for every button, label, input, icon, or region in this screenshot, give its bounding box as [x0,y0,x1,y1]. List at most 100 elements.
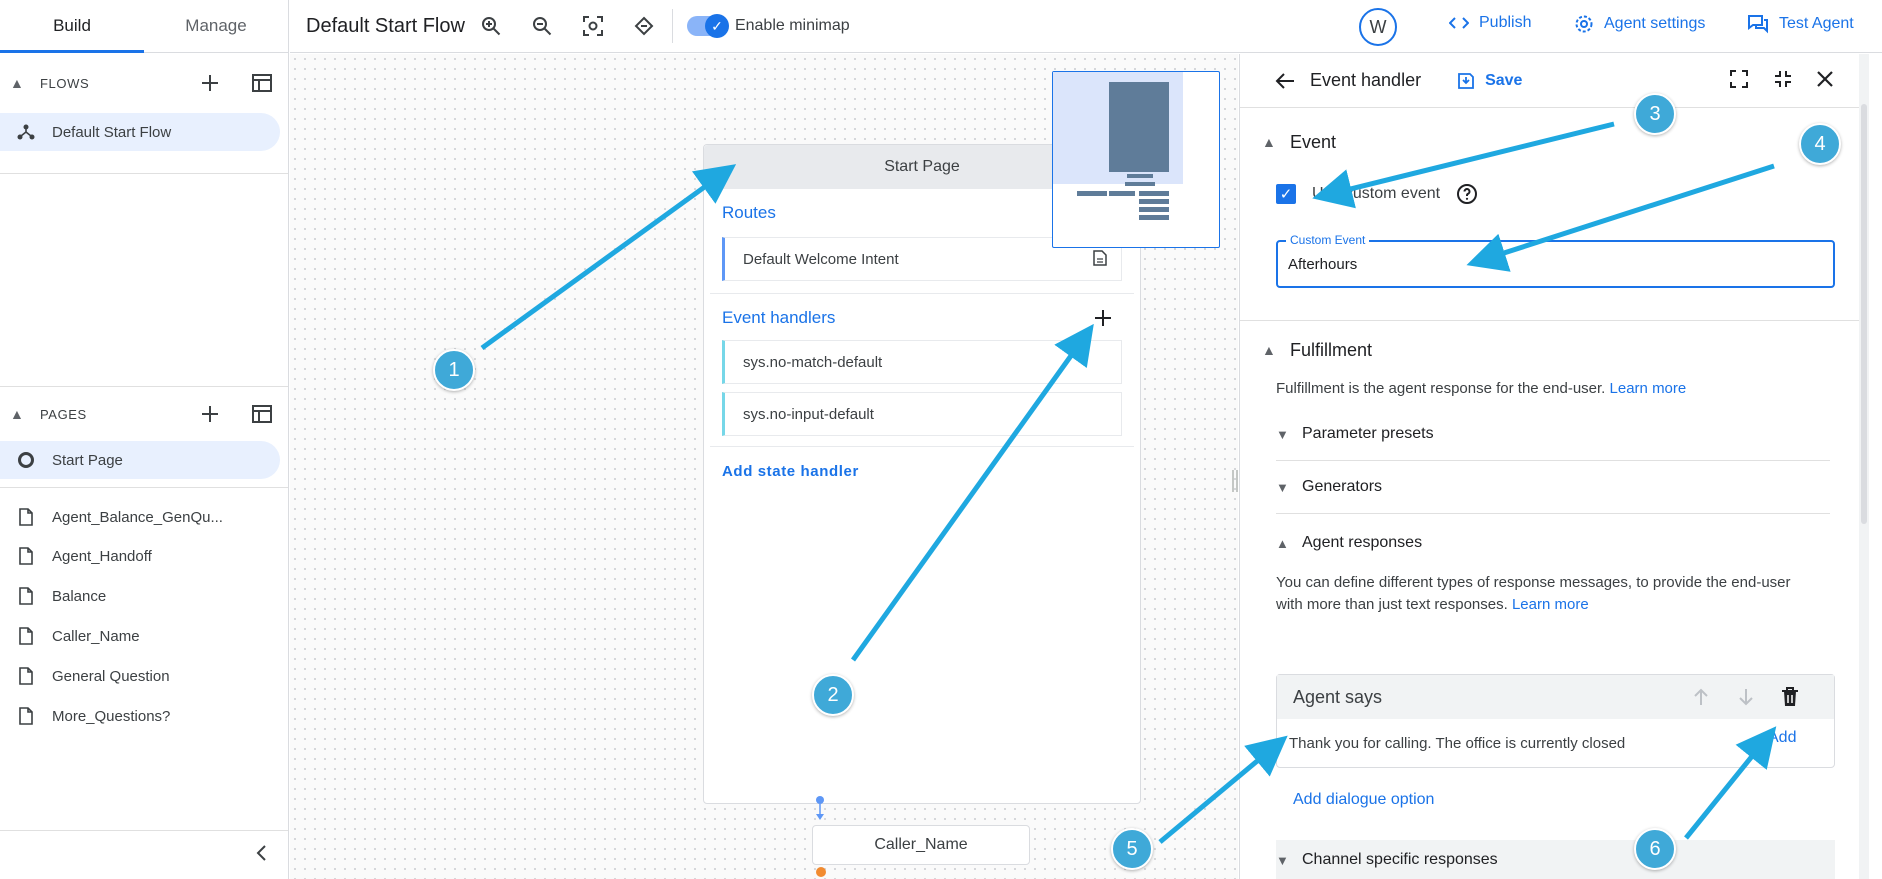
chevron-up-icon[interactable]: ▲ [10,75,30,91]
left-sidebar: Build Manage ▲ FLOWS Default Start Flow … [0,0,289,879]
channel-specific-label: Channel specific responses [1302,851,1498,868]
fulfillment-description: Fulfillment is the agent response for th… [1276,378,1860,400]
flow-item-default-start-flow[interactable]: Default Start Flow [0,113,280,151]
chevron-up-icon: ▲ [1262,342,1276,358]
event-section-header[interactable]: ▲ Event [1240,114,1860,170]
agent-says-body[interactable]: Thank you for calling. The office is cur… [1277,719,1834,767]
event-handlers-title: Event handlers [722,308,836,327]
minimap-toggle[interactable]: ✓ [686,14,729,38]
agent-settings-button[interactable]: Agent settings [1574,14,1705,34]
custom-event-input[interactable] [1278,242,1833,286]
move-down-button[interactable] [1736,687,1756,712]
divider [0,830,288,831]
help-icon[interactable] [1456,183,1478,205]
page-item[interactable]: Balance [0,576,280,616]
pages-title: PAGES [40,406,87,422]
zoom-in-icon [481,17,501,36]
flows-section-header: ▲ FLOWS [0,53,288,113]
custom-event-label: Custom Event [1286,233,1370,247]
agent-responses-label: Agent responses [1302,534,1423,551]
save-icon [1458,72,1474,89]
fulfillment-section-header[interactable]: ▲ Fulfillment [1240,322,1860,378]
page-item[interactable]: Agent_Handoff [0,536,280,576]
learn-more-link[interactable]: Learn more [1512,596,1589,613]
minimap-preview [1053,72,1183,220]
document-icon [16,666,36,686]
minimap[interactable] [1052,71,1220,248]
panel-scrollbar[interactable] [1859,54,1869,879]
page-item-start-page[interactable]: Start Page [0,441,280,479]
table-icon [252,74,272,92]
add-event-handler-button[interactable] [1094,309,1112,332]
flows-table-button[interactable] [236,63,288,103]
reset-view-button[interactable] [632,14,656,38]
generators-header[interactable]: ▼ Generators [1276,461,1830,514]
panel-header: Event handler Save [1240,54,1860,108]
back-button[interactable] [1274,70,1296,92]
add-state-handler-button[interactable]: Add state handler [704,447,1140,480]
fulfillment-section-title: Fulfillment [1290,339,1373,360]
zoom-out-button[interactable] [530,14,554,38]
agent-responses-header[interactable]: ▲ Agent responses [1276,514,1830,572]
event-handler-item[interactable]: sys.no-match-default [722,340,1122,384]
tab-manage[interactable]: Manage [144,0,288,52]
page-item[interactable]: Agent_Balance_GenQu... [0,498,280,536]
flow-title: Default Start Flow [306,14,465,37]
channel-specific-header[interactable]: ▼ Channel specific responses [1276,840,1835,879]
agent-says-header: Agent says [1277,675,1834,719]
chevron-left-icon [256,845,266,861]
event-handler-label: sys.no-match-default [743,353,883,371]
fullscreen-button[interactable] [1729,69,1749,94]
test-agent-button[interactable]: Test Agent [1747,14,1854,34]
fullscreen-icon [1730,70,1748,88]
add-page-button[interactable] [184,394,236,434]
page-label: Agent_Balance_GenQu... [52,508,223,526]
publish-button[interactable]: Publish [1449,14,1531,32]
parameter-presets-header[interactable]: ▼ Parameter presets [1276,408,1830,461]
chevron-up-icon: ▲ [1262,134,1276,150]
tab-build[interactable]: Build [0,0,144,53]
collapse-sidebar-button[interactable] [250,841,274,865]
add-dialogue-option-button[interactable]: Add dialogue option [1293,791,1434,809]
callout-badge: 5 [1111,828,1153,870]
callout-badge: 1 [433,349,475,391]
callout-badge: 3 [1634,93,1676,135]
fit-view-button[interactable] [581,14,605,38]
gear-icon [1574,14,1594,34]
document-icon[interactable] [1093,250,1107,270]
pages-table-button[interactable] [236,394,288,434]
panel-title: Event handler [1310,70,1422,90]
plus-icon [202,75,218,91]
add-response-button[interactable]: Add [1768,729,1796,747]
event-handler-item[interactable]: sys.no-input-default [722,392,1122,436]
move-up-button[interactable] [1691,687,1711,712]
save-button[interactable]: Save [1457,72,1522,90]
generators-label: Generators [1302,478,1383,495]
event-handler-label: sys.no-input-default [743,405,874,423]
delete-button[interactable] [1780,686,1800,713]
trash-icon [1782,687,1798,706]
scrollbar-thumb[interactable] [1861,104,1867,524]
document-icon [16,546,36,566]
responses-description: You can define different types of respon… [1276,572,1820,616]
event-handler-panel: Event handler Save ▲ Event ✓ Use custom … [1239,54,1860,879]
chevron-up-icon[interactable]: ▲ [10,406,30,422]
avatar[interactable]: W [1359,8,1397,46]
page-item[interactable]: General Question [0,656,280,696]
zoom-in-button[interactable] [479,14,503,38]
custom-event-field: Custom Event [1276,233,1835,288]
resize-handle[interactable] [1232,470,1238,492]
close-button[interactable] [1815,69,1835,94]
exit-fullscreen-button[interactable] [1773,69,1793,94]
flow-canvas[interactable]: Start Page Routes Default Welcome Intent… [290,54,1238,879]
fit-screen-icon [582,16,603,36]
arrow-back-icon [1275,72,1294,89]
callout-badge: 6 [1634,828,1676,870]
route-label: Default Welcome Intent [743,250,899,268]
learn-more-link[interactable]: Learn more [1610,380,1687,397]
caller-name-node[interactable]: Caller_Name [812,825,1030,865]
use-custom-event-checkbox[interactable]: ✓ [1276,184,1296,204]
add-flow-button[interactable] [184,63,236,103]
page-item[interactable]: Caller_Name [0,616,280,656]
page-item[interactable]: More_Questions? [0,696,280,736]
